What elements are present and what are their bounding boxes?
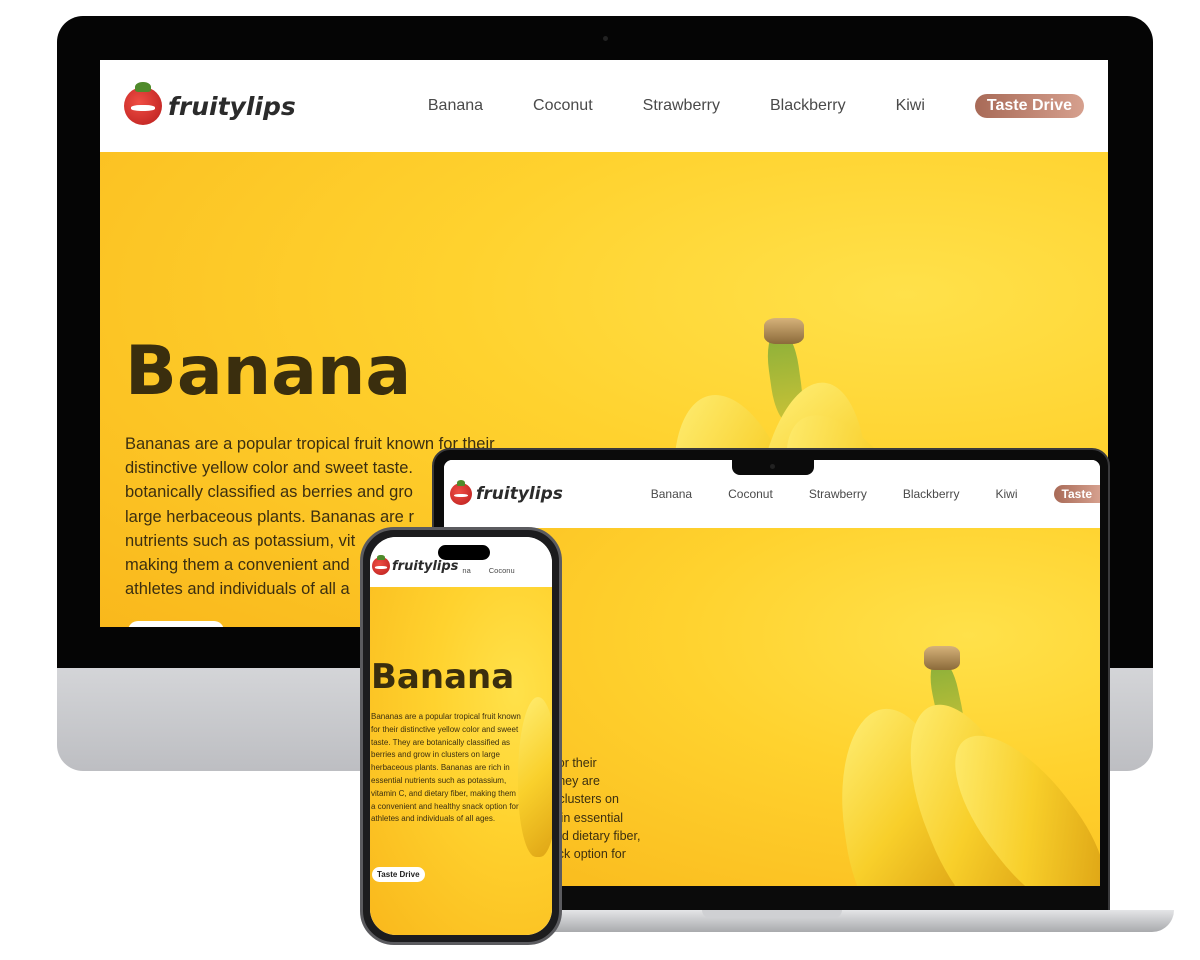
nav-link-banana[interactable]: Banana [651,487,692,501]
phone-screen: fruitylips na Coconu Banana Bananas are … [370,537,552,935]
nav-link-coconut[interactable]: Coconut [533,97,593,115]
monitor-camera [603,36,608,41]
taste-drive-button[interactable]: Taste Drive [974,94,1084,118]
strawberry-lips-icon [450,480,472,505]
nav-link-strawberry[interactable]: Strawberry [809,487,867,501]
smartphone: fruitylips na Coconu Banana Bananas are … [360,527,562,945]
banana-bunch-image [518,697,552,857]
nav-link-banana[interactable]: Banana [428,97,483,115]
nav-link-kiwi[interactable]: Kiwi [996,487,1018,501]
phone-hero: Banana Bananas are a popular tropical fr… [370,587,552,935]
taste-drive-button[interactable]: Taste [1053,485,1100,503]
hero-cta-button[interactable]: Taste Drive [372,867,425,882]
brand-name: fruitylips [476,484,563,504]
nav-link-blackberry[interactable]: Blackberry [770,97,846,115]
strawberry-lips-icon [124,82,162,125]
nav-link-coconut[interactable]: Coconut [728,487,773,501]
strawberry-lips-icon [372,554,390,575]
device-mockup-stage: fruitylips Banana Coconut Strawberry Bla… [0,0,1200,960]
nav-link-kiwi[interactable]: Kiwi [896,97,925,115]
hero-cta-button[interactable] [128,621,224,627]
banana-bunch-image [824,638,1100,886]
laptop-nav-links: Banana Coconut Strawberry Blackberry Kiw… [615,485,1100,503]
brand-name: fruitylips [392,558,459,574]
dynamic-island [438,545,490,560]
desktop-nav-links: Banana Coconut Strawberry Blackberry Kiw… [378,94,1084,118]
brand-name: fruitylips [168,91,296,121]
desktop-navbar: fruitylips Banana Coconut Strawberry Bla… [100,60,1108,152]
laptop-opening-groove [702,910,842,918]
hero-title: Banana [125,332,412,411]
phone-site: fruitylips na Coconu Banana Bananas are … [370,537,552,935]
nav-link-strawberry[interactable]: Strawberry [643,97,720,115]
hero-title: Banana [371,657,515,697]
brand-logo[interactable]: fruitylips [450,480,563,505]
nav-link-banana[interactable]: na [462,566,470,575]
nav-link-coconut[interactable]: Coconu [489,566,515,575]
brand-logo[interactable]: fruitylips [124,82,296,125]
laptop-camera [770,464,775,469]
hero-description: Bananas are a popular tropical fruit kno… [371,712,521,824]
laptop-notch [732,460,814,475]
nav-link-blackberry[interactable]: Blackberry [903,487,960,501]
